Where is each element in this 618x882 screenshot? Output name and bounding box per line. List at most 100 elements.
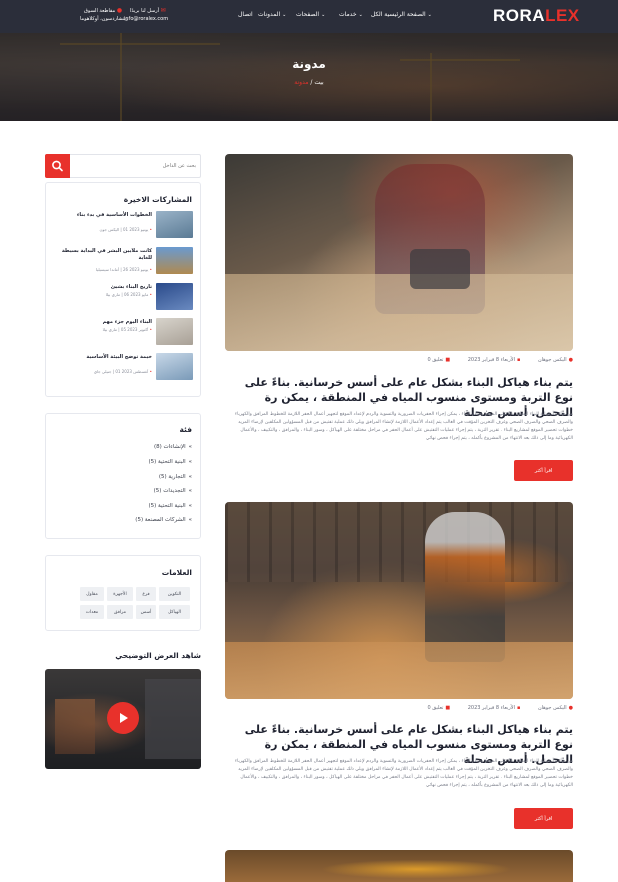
wood-plank-shape xyxy=(225,274,573,351)
tag-item[interactable]: معدات xyxy=(80,605,104,619)
tag-item[interactable]: مقاول xyxy=(80,587,104,601)
category-item[interactable]: »البنية التحتية (5) xyxy=(149,459,193,465)
post-date: ▪الأربعاء 8 فبراير 2023 xyxy=(467,705,521,711)
nav-blogs[interactable]: المدونات ⌄ xyxy=(258,11,286,18)
recent-post-title[interactable]: كانت ملايين البشر في البداية بسيطة للغاي… xyxy=(60,248,152,262)
chevron-down-icon: ⌄ xyxy=(282,12,287,18)
recent-post-date: • يونيو 2023 26 | أماندا سيسيليا xyxy=(95,267,152,272)
post-meta: ●اليكس جوهان ▪الأربعاء 8 فبراير 2023 ■تع… xyxy=(225,357,573,363)
recent-post-thumbnail[interactable] xyxy=(156,247,193,274)
nav-services[interactable]: خدمات ⌄ xyxy=(339,11,363,18)
post-date: ▪الأربعاء 8 فبراير 2023 xyxy=(467,357,521,363)
recent-post-date: • أغسطس 2023 01 | جنيلي جاي xyxy=(93,369,152,374)
tag-item[interactable]: الهياكل xyxy=(159,605,190,619)
clock-icon: • xyxy=(149,327,152,332)
recent-post-item[interactable]: خيمة توضح البيئة الأساسية • أغسطس 2023 0… xyxy=(52,353,194,383)
wood-beam-shape xyxy=(225,642,573,699)
read-more-button[interactable]: اقرأ أكثر xyxy=(514,808,573,829)
banner-overlay xyxy=(0,33,618,121)
chevron-double-icon: » xyxy=(188,488,192,494)
calendar-icon: ▪ xyxy=(516,357,521,363)
post-author[interactable]: ●اليكس جوهان xyxy=(530,357,573,363)
chevron-double-icon: » xyxy=(188,503,192,509)
chevron-down-icon: ⌄ xyxy=(321,12,326,18)
category-item[interactable]: »التجارية (5) xyxy=(159,474,192,480)
breadcrumb-current: مدونة xyxy=(294,79,309,86)
worker-figure-shape xyxy=(425,512,505,662)
post-author[interactable]: ●اليكس جوهان xyxy=(530,705,573,711)
video-widget-title: شاهد العرض التوضيحي xyxy=(115,651,201,660)
breadcrumb: بيت / مدونة xyxy=(294,79,324,86)
building-shape xyxy=(145,679,201,759)
play-button[interactable] xyxy=(107,702,139,734)
roof-truss-shape xyxy=(225,502,573,582)
building-shape xyxy=(55,699,95,754)
post-image[interactable] xyxy=(225,502,573,699)
nav-home[interactable]: الصفحة الرئيسية الكل ⌄ xyxy=(371,11,432,18)
recent-post-title[interactable]: الخطوات الأساسية في بدء بناء xyxy=(60,212,152,219)
recent-posts-widget: المشاركات الاخيرة الخطوات الأساسية في بد… xyxy=(45,182,201,397)
user-icon: ● xyxy=(568,705,573,711)
recent-post-item[interactable]: كانت ملايين البشر في البداية بسيطة للغاي… xyxy=(52,247,194,277)
post-excerpt: من هنا تبدأ عملية البناء الفعلية بناءً ع… xyxy=(234,759,573,788)
recent-post-title[interactable]: تاريخ البناء بشيئ xyxy=(60,284,152,291)
categories-title: فئة xyxy=(179,425,192,434)
recent-posts-title: المشاركات الاخيرة xyxy=(123,195,192,204)
clock-icon: • xyxy=(149,267,152,272)
read-more-button[interactable]: اقرأ أكثر xyxy=(514,460,573,481)
search-box xyxy=(45,154,201,178)
chevron-double-icon: » xyxy=(188,444,192,450)
contact-email[interactable]: info@roralex.com xyxy=(124,16,168,22)
recent-post-item[interactable]: تاريخ البناء بشيئ • مايو 2023 06 | ماري … xyxy=(52,283,194,313)
tag-item[interactable]: مرافق xyxy=(107,605,133,619)
mail-icon: ✉ xyxy=(160,7,166,14)
category-item[interactable]: »التجديدات (5) xyxy=(154,488,192,494)
recent-post-item[interactable]: البناء اليوم جزء مهم • أكتوبر 2023 05 | … xyxy=(52,318,194,348)
clock-icon: • xyxy=(149,227,152,232)
site-logo[interactable]: RORALEX xyxy=(493,6,580,26)
location-icon: ● xyxy=(116,7,123,14)
tag-item[interactable]: التكوين xyxy=(159,587,190,601)
nav-contact[interactable]: اتصال xyxy=(238,11,253,18)
recent-post-title[interactable]: خيمة توضح البيئة الأساسية xyxy=(60,354,152,361)
video-thumbnail[interactable] xyxy=(45,669,201,769)
post-comments[interactable]: ■تعليق 0 xyxy=(419,705,450,711)
search-button[interactable] xyxy=(45,154,70,178)
nav-pages[interactable]: الصفحات ⌄ xyxy=(296,11,325,18)
category-item[interactable]: »البنية التحتية (5) xyxy=(149,503,193,509)
category-item[interactable]: »الشركات المصنعة (5) xyxy=(135,517,192,523)
page-title: مدونة xyxy=(292,57,326,71)
category-item[interactable]: »الإنشاءات (8) xyxy=(154,444,192,450)
chevron-double-icon: » xyxy=(188,474,192,480)
clock-icon: • xyxy=(149,292,152,297)
page-banner: مدونة بيت / مدونة xyxy=(0,33,618,121)
recent-post-title[interactable]: البناء اليوم جزء مهم xyxy=(60,319,152,326)
recent-post-thumbnail[interactable] xyxy=(156,318,193,345)
comment-icon: ■ xyxy=(445,357,451,363)
tag-item[interactable]: أسس xyxy=(136,605,156,619)
plane-tool-shape xyxy=(410,249,470,289)
play-icon xyxy=(120,713,128,723)
post-image[interactable] xyxy=(225,154,573,351)
chevron-down-icon: ⌄ xyxy=(358,12,363,18)
clock-icon: • xyxy=(149,369,152,374)
tag-item[interactable]: فرع xyxy=(136,587,156,601)
calendar-icon: ▪ xyxy=(516,705,521,711)
user-icon: ● xyxy=(568,357,573,363)
recent-post-thumbnail[interactable] xyxy=(156,211,193,238)
chevron-double-icon: » xyxy=(188,459,192,465)
search-icon xyxy=(52,160,63,172)
contact-address: ريتشاردسون، أوكلاهوما xyxy=(80,16,129,22)
recent-post-thumbnail[interactable] xyxy=(156,353,193,380)
breadcrumb-home[interactable]: بيت xyxy=(314,79,323,86)
chevron-double-icon: » xyxy=(188,517,192,523)
contact-address-label: مقاطعة السوق ● xyxy=(84,7,123,14)
recent-post-thumbnail[interactable] xyxy=(156,283,193,310)
post-comments[interactable]: ■تعليق 0 xyxy=(419,357,450,363)
contact-email-label: أرسل لنا بريدًا ✉ xyxy=(130,7,166,14)
tag-item[interactable]: الأجهزة xyxy=(107,587,133,601)
post-image[interactable] xyxy=(225,850,573,882)
search-input[interactable] xyxy=(72,155,200,177)
recent-post-date: • أكتوبر 2023 05 | ماري بيلا xyxy=(102,327,152,332)
recent-post-item[interactable]: الخطوات الأساسية في بدء بناء • يونيو 202… xyxy=(52,211,194,241)
